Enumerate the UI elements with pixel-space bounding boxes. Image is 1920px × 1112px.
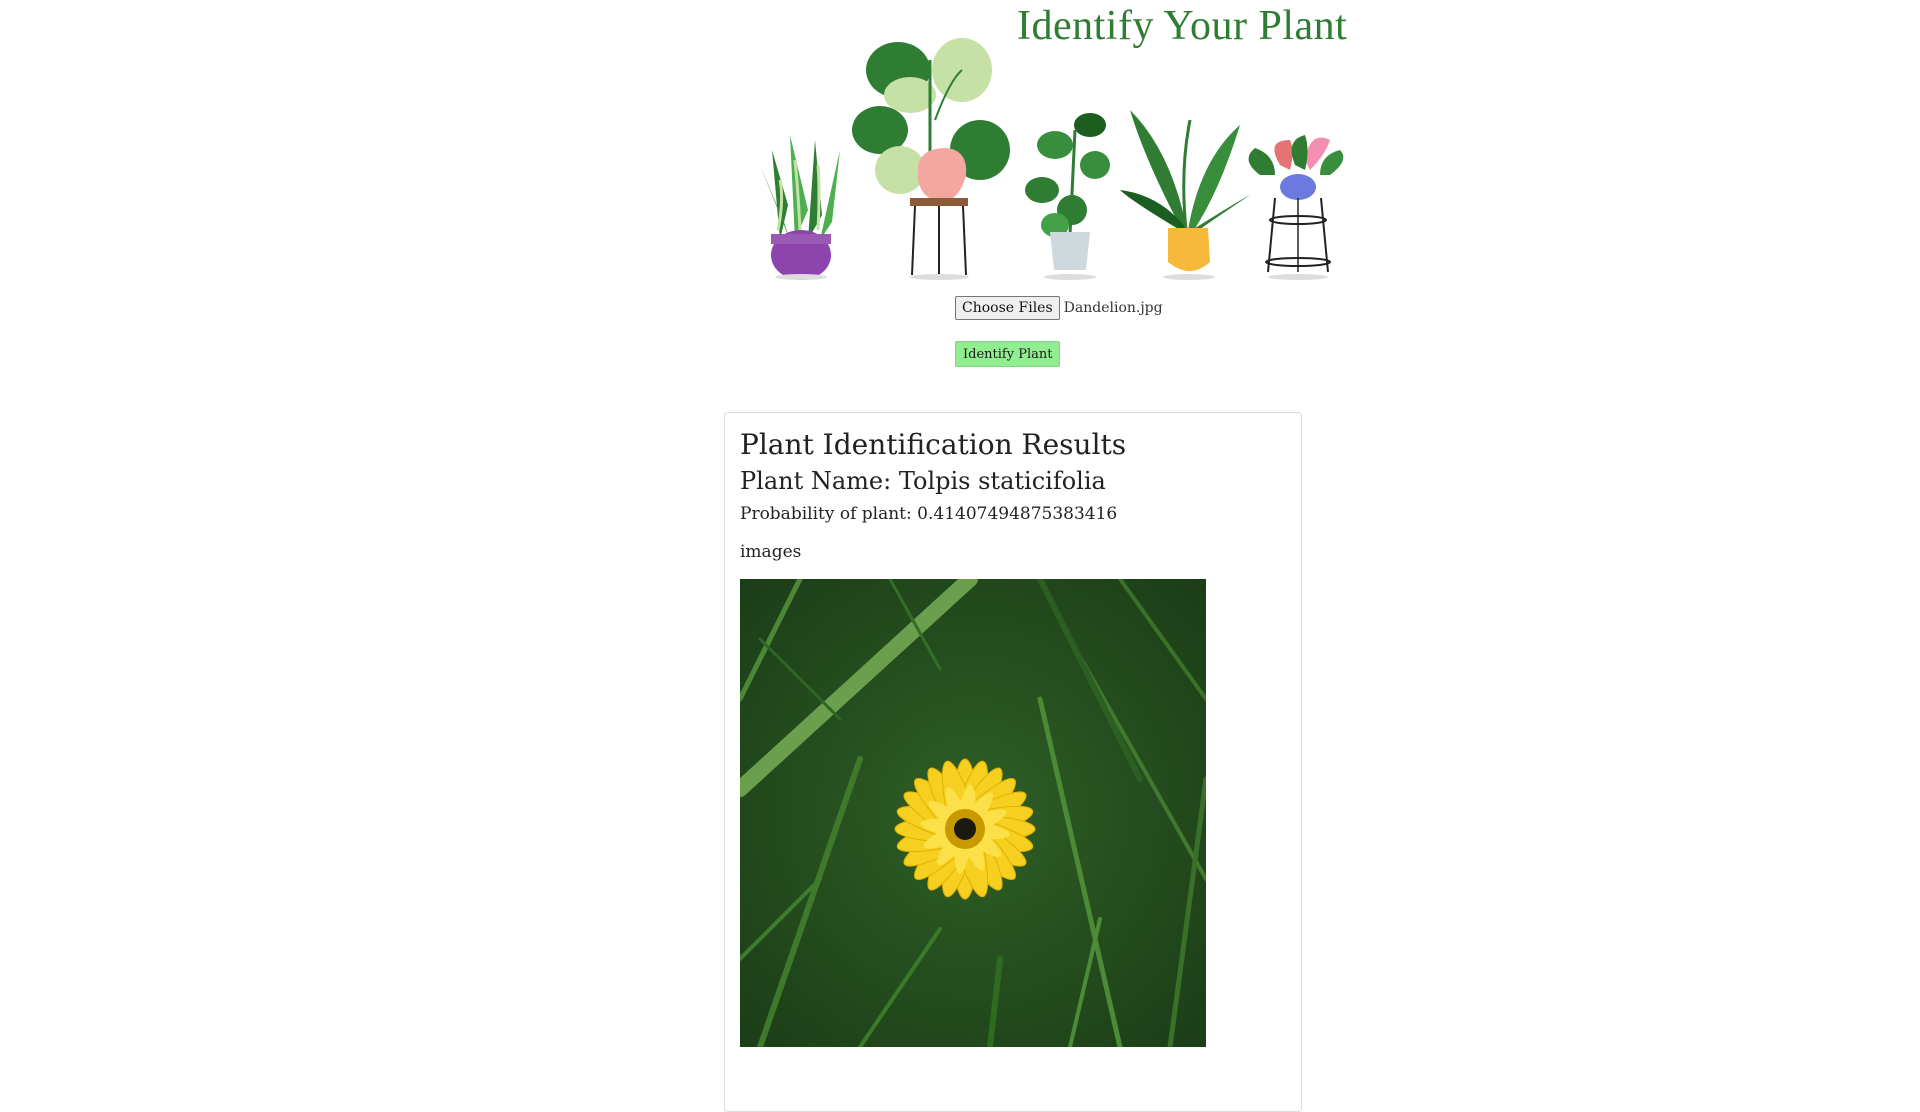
- fiddle-leaf-plant-icon: [1025, 113, 1110, 280]
- peace-lily-plant-icon: [1120, 110, 1250, 280]
- probability-row: Probability of plant: 0.4140749487538341…: [740, 503, 1286, 527]
- snake-plant-icon: [760, 135, 840, 280]
- results-title: Plant Identification Results: [740, 428, 1127, 461]
- images-label: images: [740, 541, 802, 562]
- monstera-plant-icon: [852, 38, 1010, 280]
- choose-files-button[interactable]: Choose Files: [955, 296, 1060, 320]
- caladium-plant-icon: [1248, 135, 1344, 280]
- page-title: Identify Your Plant: [1017, 3, 1348, 49]
- plant-name-label: Plant Name:: [740, 467, 892, 495]
- yellow-flower-photo: [740, 578, 1206, 1047]
- file-upload: Choose Files Dandelion.jpg: [955, 295, 1163, 321]
- plant-name-row: Plant Name: Tolpis staticifolia: [740, 466, 1286, 497]
- selected-file-name: Dandelion.jpg: [1063, 300, 1163, 316]
- plant-name-value: Tolpis staticifolia: [898, 467, 1106, 495]
- probability-value: 0.41407494875383416: [917, 504, 1118, 525]
- probability-label: Probability of plant:: [740, 504, 912, 525]
- results-card: Plant Identification Results Plant Name:…: [724, 412, 1302, 1112]
- identify-plant-button[interactable]: Identify Plant: [955, 341, 1061, 367]
